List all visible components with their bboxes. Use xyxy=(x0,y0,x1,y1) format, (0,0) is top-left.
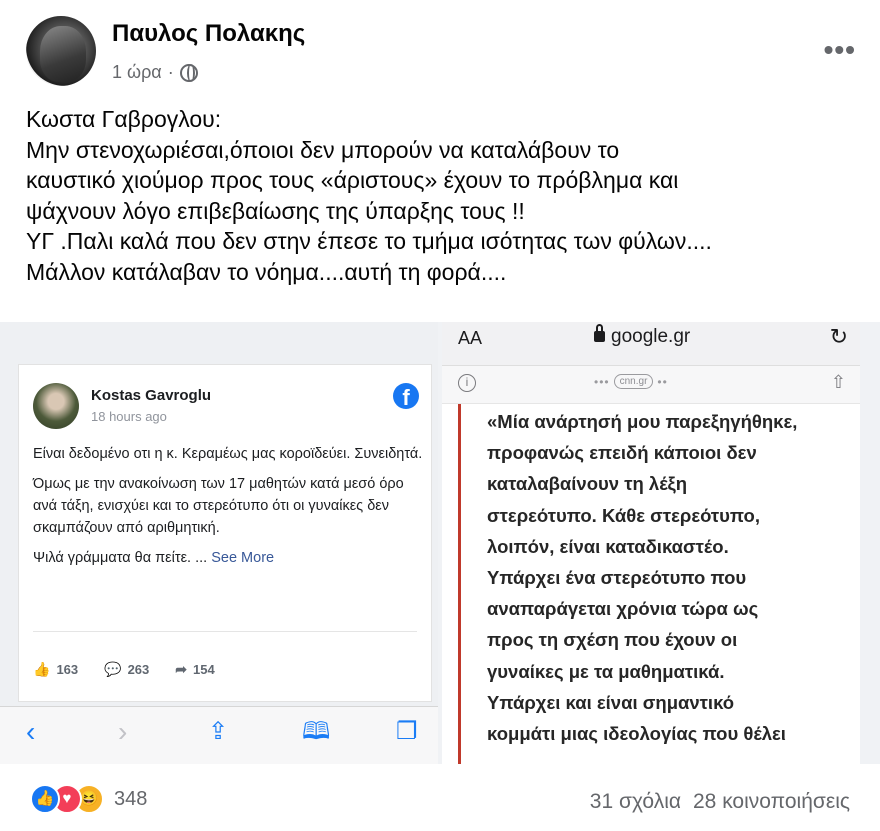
reload-icon: ↻ xyxy=(829,324,848,349)
share-icon: ⇧ xyxy=(830,372,846,392)
right-screenshot: AA google.gr ↻ i ••• cnn.gr •• ⇧ «Μία αν… xyxy=(442,322,860,764)
embedded-post-time: 18 hours ago xyxy=(91,409,167,424)
see-more-link: See More xyxy=(211,550,275,566)
article-line: Υπάρχει ένα στερεότυπο που xyxy=(487,567,747,589)
embedded-post-text: Είναι δεδομένο οτι η κ. Κεραμέως μας κορ… xyxy=(33,443,425,577)
meta-separator: · xyxy=(167,62,174,82)
comments-count-link[interactable]: 31 σχόλια xyxy=(590,790,681,814)
safari-url-bar: AA google.gr ↻ xyxy=(442,322,860,366)
embedded-author-name: Kostas Gavroglu xyxy=(91,387,212,404)
comment-stat: 💬 263 xyxy=(104,661,149,678)
info-icon: i xyxy=(458,374,476,392)
bookmarks-icon: 🕮 xyxy=(302,718,331,745)
embedded-paragraph-last: Ψιλά γράμματα θα πείτε. ... See More xyxy=(33,547,425,569)
like-count: 163 xyxy=(56,662,79,677)
embedded-last-text: Ψιλά γράμματα θα πείτε. ... xyxy=(33,550,212,566)
article-line: αναπαράγεται χρόνια τώρα ως xyxy=(487,598,759,620)
share-arrow-icon: ➦ xyxy=(175,661,188,677)
reaction-count[interactable]: 348 xyxy=(114,788,147,811)
shares-count-link[interactable]: 28 κοινοποιήσεις xyxy=(693,790,850,814)
comment-count: 263 xyxy=(127,662,150,677)
like-stat: 👍 163 xyxy=(33,661,78,678)
site-bar: i ••• cnn.gr •• ⇧ xyxy=(442,366,860,404)
url-text: google.gr xyxy=(594,324,691,348)
reader-aa-icon: AA xyxy=(458,328,483,348)
post-text-line: Μην στενοχωριέσαι,όποιοι δεν μπορούν να … xyxy=(26,136,620,163)
embedded-avatar xyxy=(33,383,79,429)
article-line: λοιπόν, είναι καταδικαστέο. xyxy=(487,535,729,557)
like-icon: 👍 xyxy=(30,784,60,814)
post-text-line: καυστικό χιούμορ προς τους «άριστους» έχ… xyxy=(26,167,679,193)
engagement-counts: 31 σχόλια 28 κοινοποιήσεις xyxy=(590,790,850,814)
comment-icon: 💬 xyxy=(104,661,122,677)
article-line: γυναίκες με τα μαθηματικά. xyxy=(487,660,725,682)
thumbs-up-icon: 👍 xyxy=(33,661,51,677)
tabs-icon: ❐ xyxy=(396,718,418,745)
post-time[interactable]: 1 ώρα xyxy=(112,62,162,83)
article-line: προς τη σχέση που έχουν οι xyxy=(487,629,738,651)
more-options-button[interactable]: ••• xyxy=(824,34,856,66)
globe-icon[interactable] xyxy=(179,63,198,82)
post-image[interactable]: Kostas Gavroglu 18 hours ago f Είναι δεδ… xyxy=(0,322,880,764)
article-line: στερεότυπο. Κάθε στερεότυπο, xyxy=(487,504,761,526)
post-text-line: Κωστα Γαβρογλου: xyxy=(26,106,222,132)
post-text: Κωστα Γαβρογλου: Μην στενοχωριέσαι,όποιο… xyxy=(26,104,856,287)
share-stat: ➦ 154 xyxy=(175,661,214,678)
post-header: Παυλος Πολακης 1 ώρα · ••• xyxy=(26,16,866,88)
author-name[interactable]: Παυλος Πολακης xyxy=(112,20,305,48)
reactions-summary[interactable]: 👍 ♥ 😆 348 xyxy=(30,784,147,814)
article-line: προφανώς επειδή κάποιοι δεν xyxy=(487,442,757,464)
embedded-paragraph: Όμως με την ανακοίνωση των 17 μαθητών κα… xyxy=(33,476,404,536)
post-text-line: ψάχνουν λόγο επιβεβαίωσης της ύπαρξης το… xyxy=(26,197,525,224)
facebook-logo-icon: f xyxy=(393,383,419,409)
share-icon: ⇪ xyxy=(208,718,229,745)
article-line: καταλαβαίνουν τη λέξη xyxy=(487,473,688,495)
left-screenshot: Kostas Gavroglu 18 hours ago f Είναι δεδ… xyxy=(0,322,438,764)
post-footer: 👍 ♥ 😆 348 31 σχόλια 28 κοινοποιήσεις xyxy=(0,764,880,831)
divider xyxy=(33,631,417,632)
article-line: «Μία ανάρτησή μου παρεξηγήθηκε, xyxy=(487,411,798,432)
back-icon: ‹ xyxy=(26,716,36,747)
share-count: 154 xyxy=(193,662,215,677)
embedded-stats: 👍 163 💬 263 ➦ 154 xyxy=(33,661,215,678)
post-text-line: ΥΓ .Παλι καλά που δεν στην έπεσε το τμήμ… xyxy=(26,228,712,254)
post-text-line: Μάλλον κατάλαβαν το νόημα....αυτή τη φορ… xyxy=(26,258,507,285)
dots-icon: •• xyxy=(657,374,668,389)
site-pill: ••• cnn.gr •• xyxy=(594,374,668,389)
article-quote: «Μία ανάρτησή μου παρεξηγήθηκε, προφανώς… xyxy=(458,404,854,764)
lock-icon xyxy=(594,324,605,342)
article-line: κομμάτι μιας ιδεολογίας που θέλει xyxy=(487,723,786,745)
embedded-fb-post: Kostas Gavroglu 18 hours ago f Είναι δεδ… xyxy=(18,364,432,702)
article-line: Υπάρχει και είναι σημαντικό xyxy=(487,691,735,713)
author-avatar[interactable] xyxy=(26,16,96,86)
forward-icon: › xyxy=(118,716,128,747)
site-badge: cnn.gr xyxy=(613,374,654,389)
dots-icon: ••• xyxy=(594,374,610,389)
post-meta: 1 ώρα · xyxy=(112,62,198,83)
embedded-paragraph: Είναι δεδομένο οτι η κ. Κεραμέως μας κορ… xyxy=(33,446,423,462)
safari-toolbar: ‹ › ⇪ 🕮 ❐ xyxy=(0,706,438,764)
url-domain: google.gr xyxy=(611,326,691,347)
